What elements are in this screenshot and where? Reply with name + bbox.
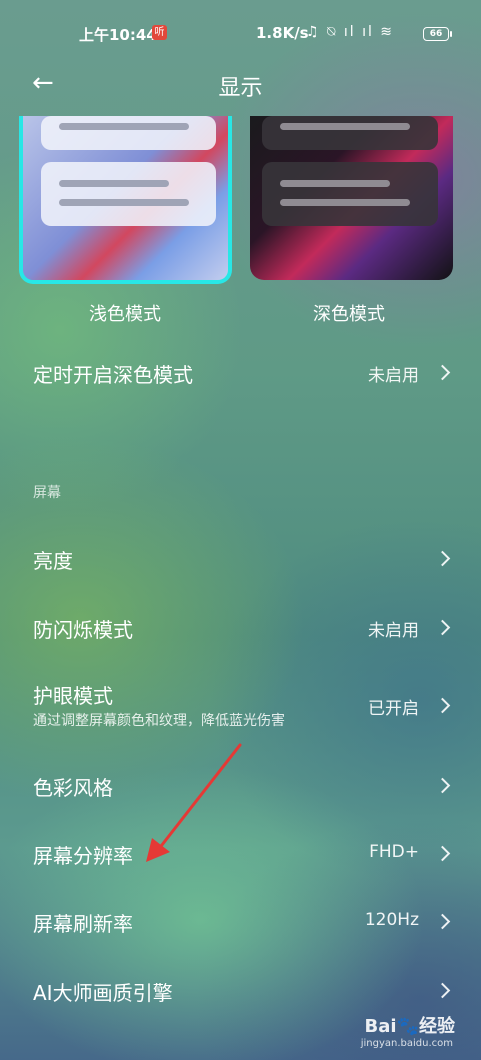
ai-engine-label: AI大师画质引擎 <box>33 981 173 1005</box>
ai-engine-row[interactable]: AI大师画质引擎 <box>0 965 481 1015</box>
preview-card <box>41 116 216 150</box>
eye-care-value: 已开启 <box>368 699 419 719</box>
dark-mode-preview[interactable] <box>250 116 453 280</box>
refresh-rate-value: 120Hz <box>364 910 419 930</box>
refresh-rate-row[interactable]: 屏幕刷新率 120Hz <box>0 896 481 946</box>
chevron-right-icon <box>434 550 451 567</box>
chevron-right-icon <box>434 777 451 794</box>
anti-flicker-row[interactable]: 防闪烁模式 未启用 <box>0 602 481 652</box>
resolution-label: 屏幕分辨率 <box>33 844 133 868</box>
preview-bar <box>59 199 189 206</box>
section-header-screen: 屏幕 <box>33 485 61 501</box>
preview-bar <box>59 180 169 187</box>
resolution-row[interactable]: 屏幕分辨率 FHD+ <box>0 828 481 878</box>
dark-schedule-label: 定时开启深色模式 <box>33 363 193 387</box>
status-bar: 上午10:44 听 1.8K/s ♫ ⍉ ıl ıl ≋ 66 <box>0 0 481 64</box>
preview-bar <box>280 180 390 187</box>
network-speed: 1.8K/s <box>256 24 309 42</box>
chevron-right-icon <box>434 697 451 714</box>
preview-bar <box>59 123 189 130</box>
preview-card <box>41 162 216 226</box>
preview-card <box>262 162 438 226</box>
chevron-right-icon <box>434 619 451 636</box>
anti-flicker-label: 防闪烁模式 <box>33 618 133 642</box>
status-icons: ♫ ⍉ ıl ıl ≋ <box>306 24 395 40</box>
resolution-value: FHD+ <box>369 842 419 862</box>
color-style-label: 色彩风格 <box>33 776 113 800</box>
anti-flicker-value: 未启用 <box>368 621 419 641</box>
page-header: ← 显示 <box>0 60 481 104</box>
eye-care-row[interactable]: 护眼模式 通过调整屏幕颜色和纹理，降低蓝光伤害 已开启 <box>0 672 481 736</box>
page-title: 显示 <box>218 76 263 101</box>
refresh-rate-label: 屏幕刷新率 <box>33 912 133 936</box>
app-notification-badge: 听 <box>152 25 167 40</box>
dark-schedule-row[interactable]: 定时开启深色模式 未启用 <box>0 347 481 397</box>
light-mode-label[interactable]: 浅色模式 <box>89 300 161 326</box>
eye-care-description: 通过调整屏幕颜色和纹理，降低蓝光伤害 <box>33 713 285 729</box>
status-time: 上午10:44 <box>79 26 157 44</box>
dark-schedule-value: 未启用 <box>368 366 419 386</box>
preview-card <box>262 116 438 150</box>
brightness-label: 亮度 <box>33 549 73 573</box>
watermark-url: jingyan.baidu.com <box>360 1038 453 1049</box>
preview-bar <box>280 199 410 206</box>
eye-care-label: 护眼模式 <box>33 684 113 708</box>
brightness-row[interactable]: 亮度 <box>0 533 481 583</box>
chevron-right-icon <box>434 364 451 381</box>
color-style-row[interactable]: 色彩风格 <box>0 760 481 810</box>
chevron-right-icon <box>434 913 451 930</box>
chevron-right-icon <box>434 845 451 862</box>
light-mode-preview[interactable] <box>19 116 232 284</box>
chevron-right-icon <box>434 982 451 999</box>
dark-mode-label[interactable]: 深色模式 <box>313 300 385 326</box>
battery-icon: 66 <box>423 27 452 41</box>
preview-bar <box>280 123 410 130</box>
baidu-jingyan-watermark: Bai🐾经验 <box>364 1016 455 1037</box>
